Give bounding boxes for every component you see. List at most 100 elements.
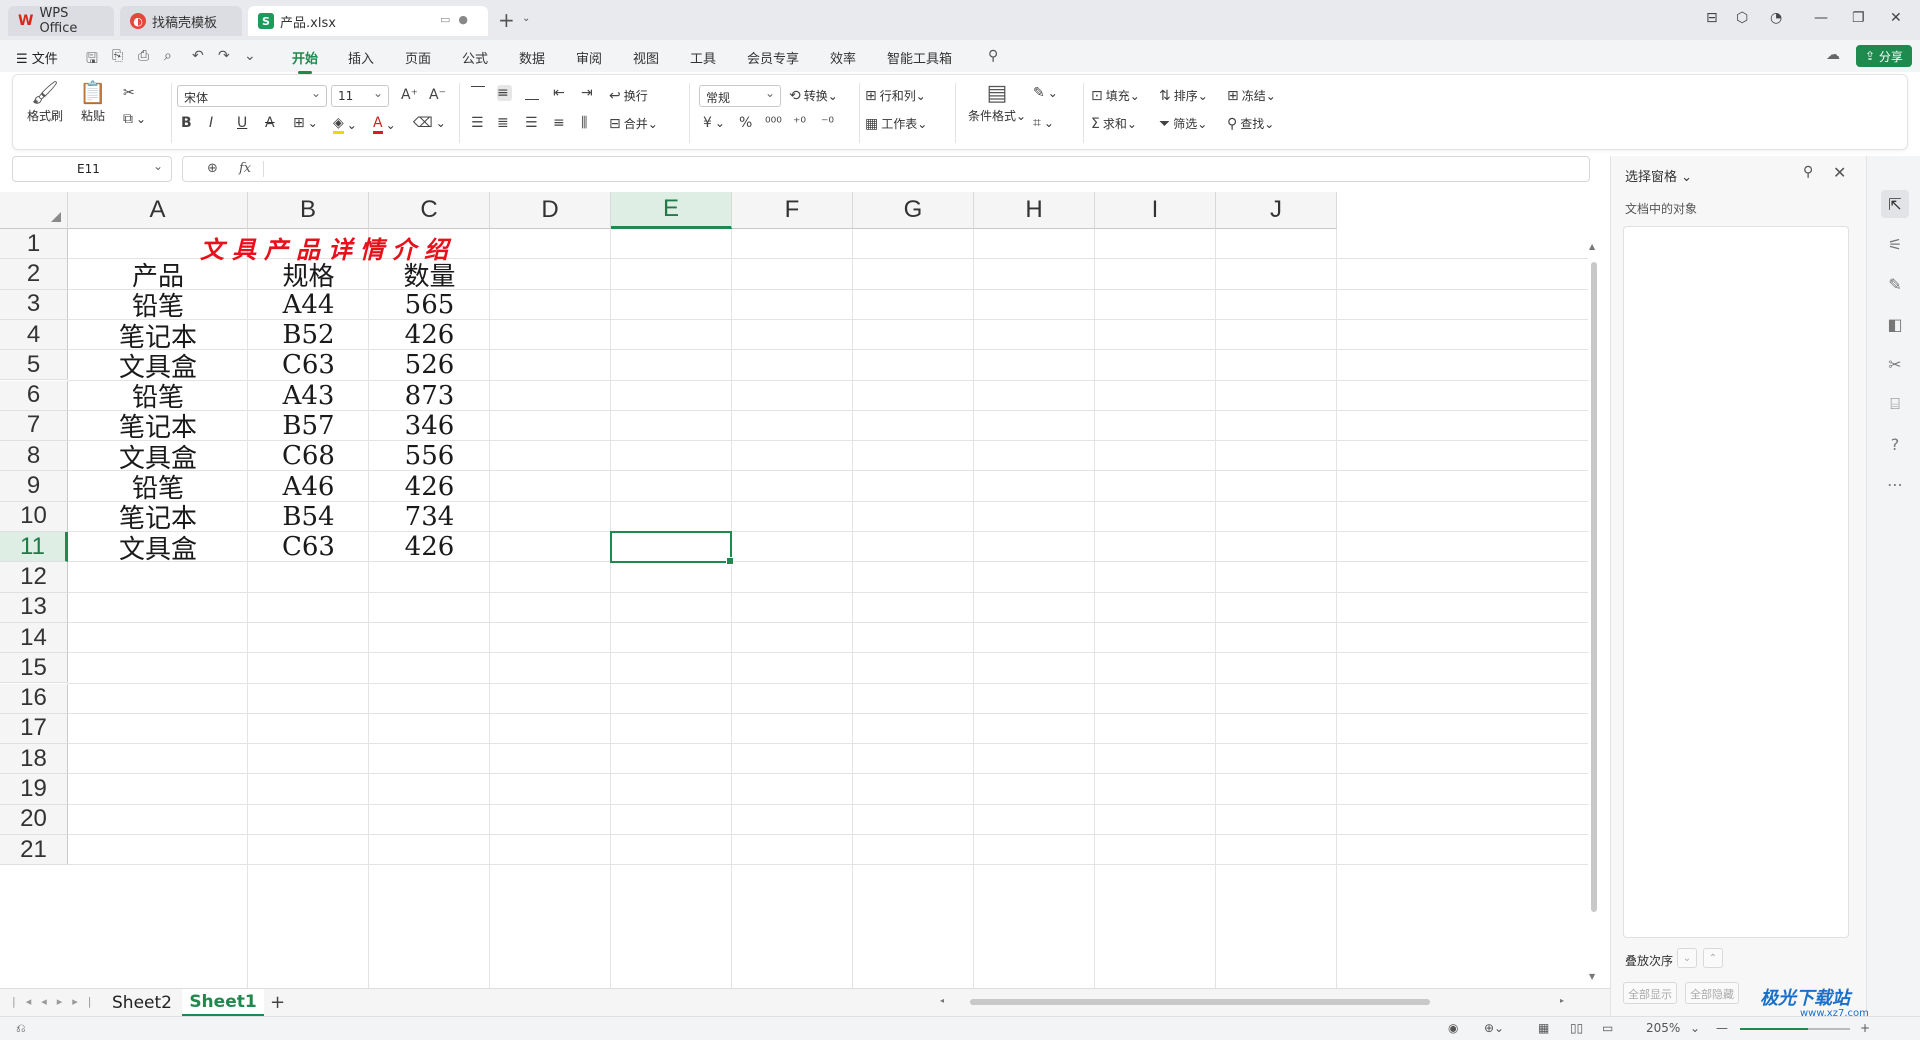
filter-button[interactable]: ⏷ 筛选 ⌄ <box>1159 115 1207 132</box>
move-up-button[interactable]: ⌃ <box>1703 948 1723 968</box>
minimize-icon[interactable]: — <box>1814 10 1828 26</box>
tab-formula[interactable]: 公式 <box>462 48 488 67</box>
row-header-20[interactable]: 20 <box>0 804 68 835</box>
more-icon[interactable]: ⋯ <box>1881 470 1909 498</box>
justify-icon[interactable]: ≡ <box>553 115 568 131</box>
font-color-icon[interactable]: A ⌄ <box>373 115 396 134</box>
cell-a10[interactable]: 笔记本 <box>68 502 248 534</box>
help-icon[interactable]: ? <box>1881 430 1909 458</box>
row-header-5[interactable]: 5 <box>0 350 68 381</box>
cell-a5[interactable]: 文具盒 <box>68 350 248 383</box>
row-header-3[interactable]: 3 <box>0 289 68 320</box>
add-sheet-icon[interactable]: + <box>270 992 285 1013</box>
formula-bar[interactable]: ⊕ fx <box>182 156 1590 182</box>
page-layout-icon[interactable]: ▯▯ <box>1570 1021 1583 1035</box>
row-header-11[interactable]: 11 <box>0 532 68 563</box>
cell-a6[interactable]: 铅笔 <box>68 381 248 413</box>
bold-icon[interactable]: B <box>181 115 195 131</box>
tab-template[interactable]: ◐ 找稿壳模板 <box>120 6 242 36</box>
chevron-down-icon[interactable]: ⌄ <box>244 48 256 64</box>
underline-icon[interactable]: U <box>237 115 250 131</box>
layout-icon[interactable]: ⊟ <box>1706 10 1718 26</box>
column-header-h[interactable]: H <box>974 192 1095 229</box>
cell-b4[interactable]: B52 <box>248 320 369 350</box>
cell-a8[interactable]: 文具盒 <box>68 441 248 474</box>
row-header-16[interactable]: 16 <box>0 683 68 714</box>
cell-a4[interactable]: 笔记本 <box>68 320 248 353</box>
cell-b5[interactable]: C63 <box>248 350 369 380</box>
macro-icon[interactable]: ⎌ <box>16 1021 26 1036</box>
vertical-scrollbar[interactable]: ▲ ▼ <box>1588 228 1600 988</box>
comment-icon[interactable]: ✎ <box>1881 270 1909 298</box>
show-all-button[interactable]: 全部显示 <box>1623 982 1677 1004</box>
fill-color-icon[interactable]: ◈ ⌄ <box>333 115 357 134</box>
cell-c5[interactable]: 526 <box>369 350 490 380</box>
export-icon[interactable]: ⎘ <box>112 48 123 64</box>
name-box[interactable]: E11 <box>12 156 172 182</box>
tab-insert[interactable]: 插入 <box>348 48 374 67</box>
column-header-f[interactable]: F <box>732 192 853 229</box>
search-icon[interactable]: ⚲ <box>988 48 998 64</box>
worksheet-button[interactable]: ▦ 工作表 ⌄ <box>865 115 927 132</box>
zoom-level[interactable]: 205% <box>1646 1021 1680 1035</box>
row-header-13[interactable]: 13 <box>0 592 68 623</box>
tab-home[interactable]: 开始 <box>292 48 318 74</box>
move-down-button[interactable]: ⌄ <box>1677 948 1697 968</box>
save-icon[interactable]: 🖫 <box>86 48 98 72</box>
scroll-thumb[interactable] <box>970 999 1430 1005</box>
indent-increase-icon[interactable]: ⇥ <box>581 85 596 101</box>
row-header-18[interactable]: 18 <box>0 744 68 775</box>
row-header-6[interactable]: 6 <box>0 380 68 411</box>
tab-smart-toolbox[interactable]: 智能工具箱 <box>887 48 952 67</box>
decrease-decimal-icon[interactable]: ⁻⁰ <box>821 115 837 131</box>
column-header-g[interactable]: G <box>853 192 974 229</box>
file-menu[interactable]: ☰ 文件 <box>16 48 58 67</box>
cell-b6[interactable]: A43 <box>248 381 369 411</box>
undo-icon[interactable]: ↶ <box>192 48 204 64</box>
page-break-icon[interactable]: ▭ <box>1602 1021 1613 1035</box>
tab-status-icons[interactable]: ▭● <box>440 13 476 26</box>
new-tab-icon[interactable]: + <box>498 8 515 32</box>
font-name-select[interactable]: 宋体 <box>177 85 327 107</box>
cell-c6[interactable]: 873 <box>369 381 490 411</box>
copy-icon[interactable]: ⧉ ⌄ <box>123 111 146 127</box>
distribute-icon[interactable]: ⫼ <box>581 115 590 131</box>
freeze-button[interactable]: ⊞ 冻结 ⌄ <box>1227 87 1276 104</box>
zoom-out-icon[interactable]: — <box>1716 1021 1728 1035</box>
avatar[interactable]: ◔ <box>1770 10 1782 26</box>
increase-font-icon[interactable]: A⁺ <box>401 87 421 103</box>
align-bottom-icon[interactable]: ⎽ <box>525 85 542 101</box>
cloud-icon[interactable]: ☁ <box>1826 47 1840 63</box>
rows-cols-button[interactable]: ⊞ 行和列 ⌄ <box>865 87 926 104</box>
tab-view[interactable]: 视图 <box>633 48 659 67</box>
row-header-4[interactable]: 4 <box>0 319 68 351</box>
print-icon[interactable]: ⎙ <box>138 48 149 64</box>
scroll-down-icon[interactable]: ▼ <box>1589 972 1595 981</box>
horizontal-scrollbar[interactable]: ◂ ▸ <box>940 996 1570 1007</box>
scroll-up-icon[interactable]: ▲ <box>1589 242 1595 251</box>
adjust-icon[interactable]: ⚟ <box>1881 230 1909 258</box>
fill-button[interactable]: ⊡ 填充 ⌄ <box>1091 87 1140 104</box>
row-header-9[interactable]: 9 <box>0 471 68 502</box>
cell-b9[interactable]: A46 <box>248 471 369 502</box>
percent-icon[interactable]: % <box>739 115 755 131</box>
cell-a11[interactable]: 文具盒 <box>68 532 248 565</box>
tab-tools[interactable]: 工具 <box>690 48 716 67</box>
column-header-e[interactable]: E <box>611 192 732 229</box>
sheet-title-cell[interactable]: 文具产品详情介绍 <box>68 229 588 266</box>
select-cursor-icon[interactable]: ⇱ <box>1881 190 1909 218</box>
cell-style-icon[interactable]: ✎ ⌄ <box>1033 85 1058 101</box>
format-painter-button[interactable]: 🖌 格式刷 <box>27 81 63 124</box>
tools-icon[interactable]: ✂ <box>1881 350 1909 378</box>
number-format-select[interactable]: 常规 <box>699 85 781 107</box>
column-header-b[interactable]: B <box>248 192 369 229</box>
print-preview-icon[interactable]: ⌕ <box>164 48 172 64</box>
cell-a7[interactable]: 笔记本 <box>68 411 248 443</box>
indent-decrease-icon[interactable]: ⇤ <box>553 85 568 101</box>
row-header-7[interactable]: 7 <box>0 410 68 442</box>
tab-data[interactable]: 数据 <box>519 48 545 67</box>
align-top-icon[interactable]: ⎺ <box>471 85 488 101</box>
convert-button[interactable]: ⟲ 转换 ⌄ <box>789 87 838 104</box>
sheet-tab-sheet2[interactable]: Sheet2 <box>102 989 182 1016</box>
row-header-10[interactable]: 10 <box>0 501 68 532</box>
